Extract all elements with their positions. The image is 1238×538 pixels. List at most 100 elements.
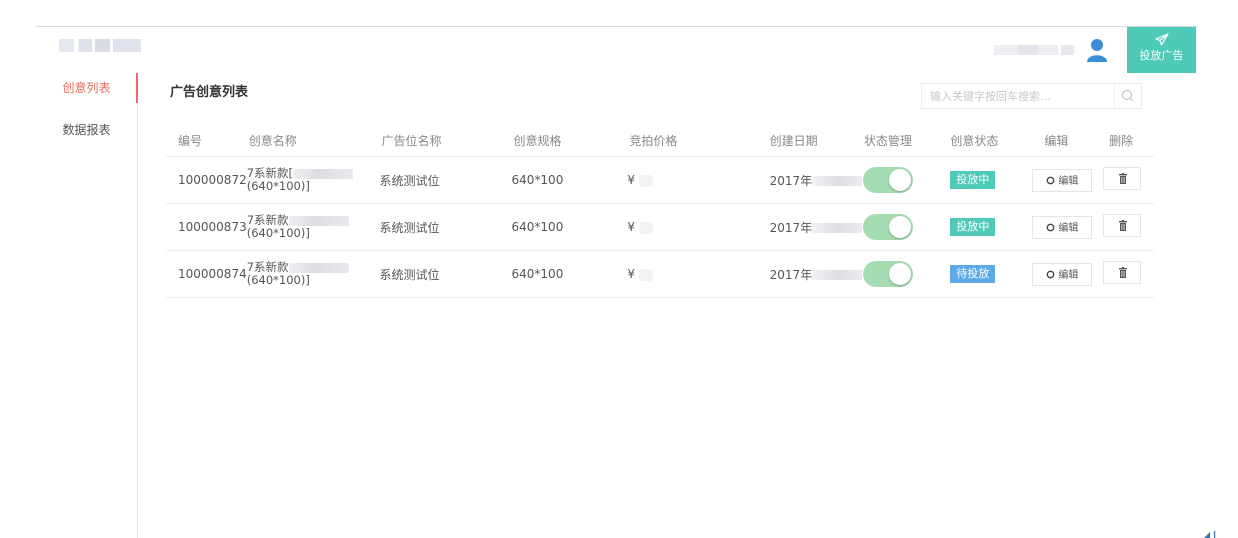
table-header-row: 编号 创意名称 广告位名称 创意规格 竞拍价格 创建日期 状态管理 创意状态 编… bbox=[166, 124, 1154, 157]
redacted-text bbox=[638, 268, 653, 281]
edit-button[interactable]: 编辑 bbox=[1032, 215, 1093, 239]
cell-edit: 编辑 bbox=[1032, 156, 1104, 204]
trash-icon bbox=[1119, 220, 1128, 231]
toggle-knob bbox=[888, 263, 911, 285]
cell-id: 100000873 bbox=[166, 203, 247, 251]
search-button[interactable] bbox=[1114, 84, 1141, 108]
post-ad-label: 投放广告 bbox=[1139, 49, 1184, 62]
creative-name-line1: 7系新款 bbox=[246, 260, 289, 274]
cell-name: 7系新款 (640*100)] bbox=[246, 203, 380, 251]
toggle-knob bbox=[888, 169, 911, 191]
trash-icon bbox=[1119, 173, 1128, 184]
delete-button[interactable] bbox=[1103, 167, 1142, 190]
creative-name-line2: (640*100)] bbox=[246, 273, 310, 287]
edit-label: 编辑 bbox=[1058, 175, 1079, 187]
sidebar-item-label: 创意列表 bbox=[62, 81, 111, 95]
delete-button[interactable] bbox=[1103, 261, 1142, 284]
user-icon[interactable] bbox=[1086, 37, 1108, 63]
trash-icon bbox=[1119, 267, 1128, 278]
sidebar-item-creative-list[interactable]: 创意列表 bbox=[36, 73, 138, 103]
logo bbox=[59, 39, 141, 52]
cell-name: 7系新款[ (640*100)] bbox=[246, 156, 380, 204]
creative-name-line1: 7系新款[ bbox=[246, 166, 294, 180]
column-header-name: 创意名称 bbox=[246, 124, 380, 157]
cell-toggle bbox=[862, 203, 945, 251]
price-value: ¥ bbox=[627, 220, 636, 234]
cell-date: 2017年 bbox=[742, 250, 863, 298]
cell-toggle bbox=[862, 156, 945, 204]
column-header-price: 竞拍价格 bbox=[627, 124, 743, 157]
column-header-edit: 编辑 bbox=[1032, 124, 1104, 157]
cell-edit: 编辑 bbox=[1032, 250, 1104, 298]
cell-delete bbox=[1103, 203, 1154, 251]
price-value: ¥ bbox=[627, 173, 636, 187]
redacted-text bbox=[812, 176, 863, 186]
sidebar: 创意列表 数据报表 bbox=[36, 73, 138, 538]
cell-spec: 640*100 bbox=[511, 250, 628, 298]
cell-delete bbox=[1103, 250, 1154, 298]
cell-status: 投放中 bbox=[944, 203, 1033, 251]
search-icon bbox=[1121, 89, 1134, 102]
column-header-id: 编号 bbox=[166, 124, 247, 157]
status-toggle[interactable] bbox=[862, 261, 913, 287]
sidebar-item-label: 数据报表 bbox=[62, 123, 111, 137]
column-header-date: 创建日期 bbox=[742, 124, 863, 157]
scroll-indicator-icon bbox=[1204, 531, 1216, 538]
gear-icon bbox=[1046, 223, 1055, 232]
cell-price: ¥ bbox=[627, 156, 743, 204]
creative-name-line2: (640*100)] bbox=[246, 179, 310, 193]
cell-slot: 系统测试位 bbox=[379, 156, 512, 204]
column-header-slot: 广告位名称 bbox=[379, 124, 512, 157]
status-badge: 投放中 bbox=[950, 218, 996, 236]
date-value: 2017年 bbox=[769, 173, 813, 188]
cell-price: ¥ bbox=[627, 203, 743, 251]
table-row: 100000872 7系新款[ (640*100)] 系统测试位 640*100… bbox=[166, 156, 1154, 204]
column-header-toggle: 状态管理 bbox=[862, 124, 945, 157]
status-toggle[interactable] bbox=[862, 167, 913, 193]
gear-icon bbox=[1046, 176, 1055, 185]
cell-date: 2017年 bbox=[742, 156, 863, 204]
search-input[interactable] bbox=[922, 84, 1116, 108]
redacted-text bbox=[293, 168, 354, 179]
redacted-text bbox=[288, 215, 349, 226]
edit-label: 编辑 bbox=[1058, 222, 1079, 234]
redacted-text bbox=[638, 174, 653, 187]
cell-spec: 640*100 bbox=[511, 156, 628, 204]
sidebar-item-data-report[interactable]: 数据报表 bbox=[36, 115, 137, 145]
cell-name: 7系新款 (640*100)] bbox=[246, 250, 380, 298]
status-badge: 投放中 bbox=[950, 171, 996, 189]
cell-delete bbox=[1103, 156, 1154, 204]
cell-spec: 640*100 bbox=[511, 203, 628, 251]
paper-plane-icon bbox=[1154, 33, 1169, 46]
redacted-text bbox=[812, 223, 863, 233]
date-value: 2017年 bbox=[769, 267, 813, 282]
redacted-text bbox=[288, 262, 349, 273]
page-title: 广告创意列表 bbox=[170, 85, 249, 100]
cell-date: 2017年 bbox=[742, 203, 863, 251]
edit-button[interactable]: 编辑 bbox=[1032, 262, 1093, 286]
search-box bbox=[921, 83, 1142, 109]
creative-name-line1: 7系新款 bbox=[246, 213, 289, 227]
status-badge: 待投放 bbox=[950, 265, 996, 283]
post-ad-button[interactable]: 投放广告 bbox=[1127, 27, 1196, 73]
redacted-text bbox=[812, 270, 863, 280]
cell-price: ¥ bbox=[627, 250, 743, 298]
delete-button[interactable] bbox=[1103, 214, 1142, 237]
username bbox=[994, 45, 1074, 55]
creative-name-line2: (640*100)] bbox=[246, 226, 310, 240]
creative-table: 编号 创意名称 广告位名称 创意规格 竞拍价格 创建日期 状态管理 创意状态 编… bbox=[166, 124, 1154, 298]
cell-slot: 系统测试位 bbox=[379, 250, 512, 298]
toggle-knob bbox=[888, 216, 911, 238]
cell-status: 待投放 bbox=[944, 250, 1033, 298]
top-header: 投放广告 bbox=[36, 27, 1198, 73]
gear-icon bbox=[1046, 270, 1055, 279]
cell-status: 投放中 bbox=[944, 156, 1033, 204]
date-value: 2017年 bbox=[769, 220, 813, 235]
column-header-delete: 删除 bbox=[1103, 124, 1154, 157]
cell-edit: 编辑 bbox=[1032, 203, 1104, 251]
redacted-text bbox=[638, 221, 653, 234]
status-toggle[interactable] bbox=[862, 214, 913, 240]
table-row: 100000874 7系新款 (640*100)] 系统测试位 640*100 … bbox=[166, 250, 1154, 298]
price-value: ¥ bbox=[627, 267, 636, 281]
edit-button[interactable]: 编辑 bbox=[1032, 168, 1093, 192]
